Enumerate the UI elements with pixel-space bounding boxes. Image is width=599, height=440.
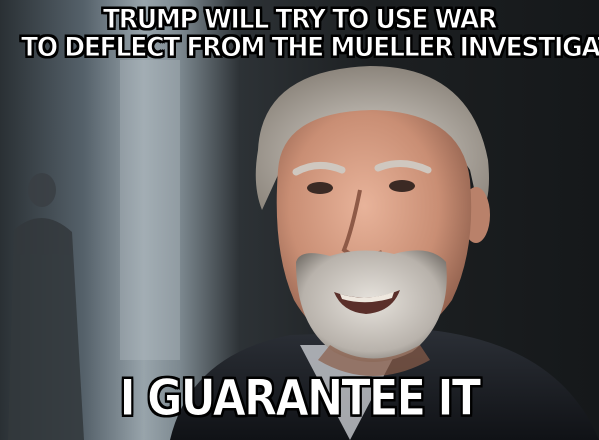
eye-right — [389, 180, 415, 192]
eye-left — [307, 182, 333, 194]
top-caption-line-1: TRUMP WILL TRY TO USE WAR — [102, 4, 497, 35]
bottom-caption: I GUARANTEE IT — [119, 369, 481, 427]
background-window — [120, 60, 180, 360]
top-caption-line-2: TO DEFLECT FROM THE MUELLER INVESTIGATIO… — [20, 32, 599, 64]
meme-image: TRUMP WILL TRY TO USE WAR TO DEFLECT FRO… — [0, 0, 599, 440]
top-caption: TRUMP WILL TRY TO USE WAR TO DEFLECT FRO… — [20, 4, 599, 64]
